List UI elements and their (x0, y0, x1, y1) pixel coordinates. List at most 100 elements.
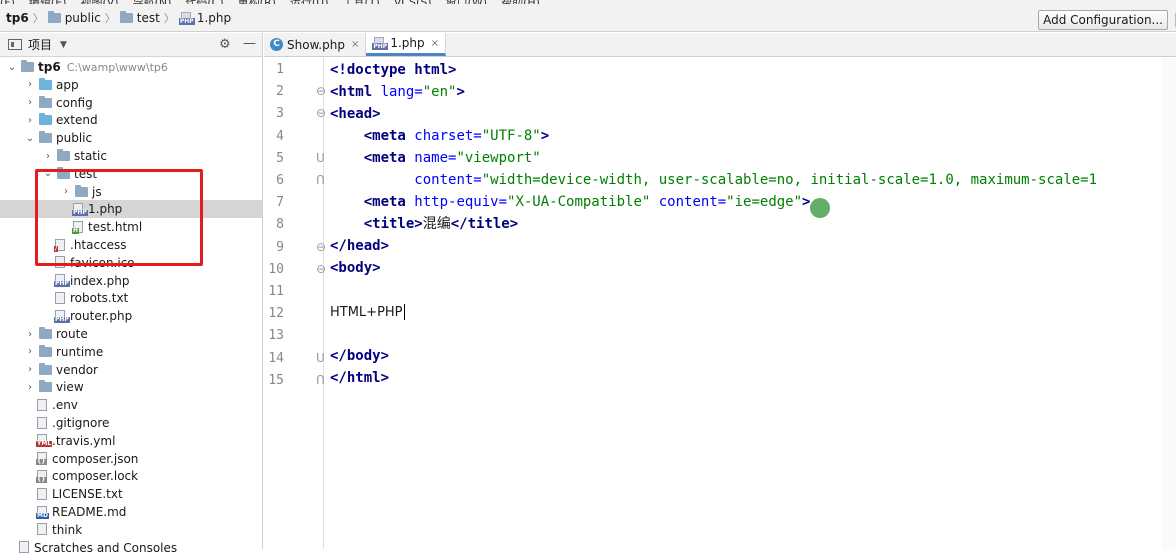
chevron-right-icon[interactable]: › (24, 346, 36, 357)
code-line: <meta http-equiv="X-UA-Compatible" conte… (330, 191, 811, 213)
code-token: html (414, 62, 449, 78)
chevron-down-icon[interactable]: ⌄ (6, 62, 18, 73)
tab-1-php[interactable]: PHP 1.php × (366, 33, 447, 56)
fold-icon[interactable]: ⊖ (316, 240, 326, 254)
code-token: </html> (330, 370, 390, 386)
breadcrumb-project[interactable]: tp6 (6, 11, 29, 25)
tree-item[interactable]: › static (0, 147, 262, 165)
chevron-right-icon[interactable]: › (42, 151, 54, 162)
chevron-right-icon[interactable]: › (24, 97, 36, 108)
file-icon (18, 541, 30, 554)
gear-icon[interactable]: ⚙ (219, 37, 231, 52)
line-number: 4 (276, 128, 284, 144)
folder-icon (39, 113, 52, 126)
file-icon (54, 291, 66, 305)
tree-item-label: .travis.yml (52, 433, 116, 448)
folder-icon (39, 380, 52, 393)
breadcrumb-public[interactable]: public (65, 11, 101, 25)
tree-item[interactable]: LICENSE.txt (0, 485, 262, 503)
chevron-down-icon[interactable]: ▼ (60, 40, 67, 50)
line-number: 10 (268, 261, 284, 277)
tab-show-php[interactable]: C Show.php × (264, 33, 367, 56)
tree-item[interactable]: {} composer.lock (0, 467, 262, 485)
fold-icon[interactable]: ᑎ (316, 373, 325, 387)
tree-item[interactable]: › view (0, 378, 262, 396)
fold-icon[interactable]: ᑌ (316, 351, 325, 365)
tree-item[interactable]: .env (0, 396, 262, 414)
close-icon[interactable]: × (351, 39, 359, 50)
tree-item-path: C:\wamp\www\tp6 (66, 60, 168, 74)
code-editor[interactable]: <!doctype html> <html lang="en"> <head> … (330, 58, 1176, 549)
tree-item[interactable]: robots.txt (0, 289, 262, 307)
tree-item-label: think (52, 522, 83, 537)
highlight-box (35, 169, 203, 266)
breadcrumb: tp6 〉 public 〉 test 〉 PHP 1.php (6, 10, 231, 26)
yml-file-icon: YML (36, 434, 53, 448)
tree-item[interactable]: .gitignore (0, 414, 262, 432)
tree-item[interactable]: › extend (0, 111, 262, 129)
fold-icon[interactable]: ⊖ (316, 106, 326, 120)
tree-item[interactable]: PHP index.php (0, 272, 262, 290)
tab-label: 1.php (390, 36, 425, 50)
tree-item[interactable]: › vendor (0, 361, 262, 379)
tree-item[interactable]: ⌄ tp6 C:\wamp\www\tp6 (0, 58, 262, 76)
tree-item[interactable]: › route (0, 325, 262, 343)
code-line: content="width=device-width, user-scalab… (330, 169, 1097, 191)
breadcrumb-separator: 〉 (163, 11, 175, 25)
tree-item[interactable]: Scratches and Consoles (0, 539, 262, 557)
folder-icon (39, 95, 52, 108)
tree-item[interactable]: ⌄ public (0, 129, 262, 147)
code-token: content= (650, 194, 727, 210)
code-token: lang= (380, 84, 423, 100)
tree-item[interactable]: › app (0, 76, 262, 94)
tree-item[interactable]: {} composer.json (0, 450, 262, 468)
code-token: content= (414, 172, 482, 188)
add-configuration-button[interactable]: Add Configuration... (1038, 10, 1176, 30)
line-number: 9 (276, 239, 284, 255)
tree-item-label: public (56, 131, 93, 146)
chevron-right-icon[interactable]: › (24, 329, 36, 340)
tree-item[interactable]: think (0, 521, 262, 539)
line-number: 3 (276, 106, 284, 122)
chevron-right-icon[interactable]: › (24, 115, 36, 126)
folder-icon (21, 60, 34, 72)
code-token: "width=device-width, user-scalable=no, i… (481, 172, 1098, 188)
tree-item[interactable]: PHP router.php (0, 307, 262, 325)
folder-icon (39, 327, 52, 339)
mouse-pointer-indicator (810, 198, 830, 218)
tree-item[interactable]: › runtime (0, 343, 262, 361)
fold-icon[interactable]: ⊖ (316, 84, 326, 98)
minimize-icon[interactable]: — (243, 36, 256, 51)
project-panel-title[interactable]: 项目 (28, 36, 52, 53)
code-line: </body> (330, 345, 389, 367)
close-icon[interactable]: × (431, 38, 439, 49)
tree-item[interactable]: MD README.md (0, 503, 262, 521)
tree-item[interactable]: › config (0, 94, 262, 112)
chevron-right-icon[interactable]: › (24, 382, 36, 393)
code-line: <body> (330, 257, 381, 279)
chevron-right-icon[interactable]: › (24, 364, 36, 375)
chevron-right-icon[interactable]: › (24, 79, 36, 90)
fold-icon[interactable]: ᑎ (316, 173, 325, 187)
code-token: </title> (450, 216, 519, 232)
code-token: "UTF-8" (481, 128, 541, 144)
breadcrumb-test[interactable]: test (137, 11, 160, 25)
chevron-down-icon[interactable]: ⌄ (24, 133, 36, 144)
code-token: <!doctype (330, 62, 415, 78)
breadcrumb-file[interactable]: 1.php (197, 11, 231, 25)
line-number: 11 (268, 284, 284, 299)
php-file-icon: PHP (178, 11, 195, 25)
code-token: HTML+PHP (330, 305, 403, 320)
editor-scrollbar[interactable] (1162, 58, 1176, 549)
code-token: "en" (422, 84, 457, 100)
code-token: "viewport" (456, 150, 541, 166)
fold-icon[interactable]: ⊖ (316, 262, 326, 276)
folder-icon (119, 10, 133, 23)
tree-item-label: app (56, 77, 79, 92)
code-token: 混编 (422, 216, 451, 232)
code-token: http-equiv= (414, 194, 508, 210)
tree-item[interactable]: YML .travis.yml (0, 432, 262, 450)
tree-item-label: tp6 (38, 60, 61, 74)
fold-icon[interactable]: ᑌ (316, 151, 325, 165)
tree-item-label: index.php (70, 273, 130, 288)
